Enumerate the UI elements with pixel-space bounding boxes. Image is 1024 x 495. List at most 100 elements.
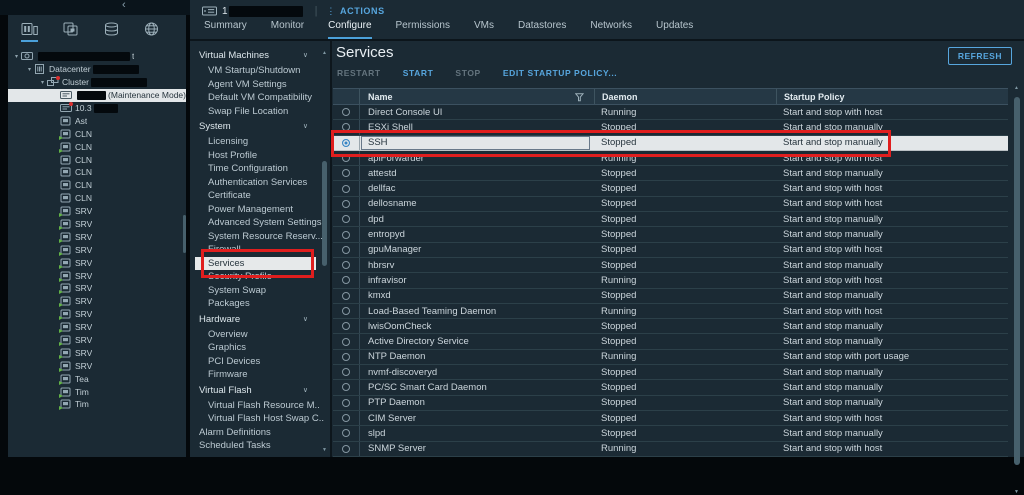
service-radio[interactable] bbox=[333, 353, 359, 361]
service-radio[interactable] bbox=[333, 123, 359, 131]
config-nav-item-swap-file-location[interactable]: Swap File Location bbox=[190, 105, 330, 119]
service-radio[interactable] bbox=[333, 445, 359, 453]
config-nav-item-time-configuration[interactable]: Time Configuration bbox=[190, 162, 330, 176]
service-radio[interactable] bbox=[333, 139, 359, 147]
tree-item[interactable]: Tim bbox=[8, 385, 186, 398]
service-radio[interactable] bbox=[333, 368, 359, 376]
service-radio[interactable] bbox=[333, 108, 359, 116]
tree-item[interactable]: Tea bbox=[8, 372, 186, 385]
config-nav-item-scheduled-tasks[interactable]: Scheduled Tasks bbox=[190, 439, 330, 453]
tree-item[interactable]: Ast bbox=[8, 114, 186, 127]
config-nav-item-packages[interactable]: Packages bbox=[190, 297, 330, 311]
service-row[interactable]: attestd Stopped Start and stop manually bbox=[333, 166, 1008, 181]
config-nav-item-agent-vm-settings[interactable]: Agent VM Settings bbox=[190, 78, 330, 92]
content-scrollbar-thumb[interactable] bbox=[1014, 97, 1020, 465]
config-nav-item-services[interactable]: Services bbox=[195, 257, 316, 271]
service-row[interactable]: CIM Server Stopped Start and stop with h… bbox=[333, 411, 1008, 426]
service-radio[interactable] bbox=[333, 322, 359, 330]
service-row[interactable]: lwisOomCheck Stopped Start and stop manu… bbox=[333, 319, 1008, 334]
tree-item[interactable]: SRV bbox=[8, 359, 186, 372]
service-radio[interactable] bbox=[333, 414, 359, 422]
tree-item[interactable]: SRV bbox=[8, 269, 186, 282]
service-radio[interactable] bbox=[333, 231, 359, 239]
tab-monitor[interactable]: Monitor bbox=[271, 20, 304, 39]
config-nav-item-power-management[interactable]: Power Management bbox=[190, 203, 330, 217]
service-row[interactable]: PTP Daemon Stopped Start and stop manual… bbox=[333, 396, 1008, 411]
service-radio[interactable] bbox=[333, 307, 359, 315]
config-section-system[interactable]: System ∨ bbox=[190, 118, 330, 135]
tree-item[interactable]: SRV bbox=[8, 346, 186, 359]
service-radio[interactable] bbox=[333, 215, 359, 223]
view-tab-vms-and-templates-icon[interactable] bbox=[63, 22, 79, 42]
service-radio[interactable] bbox=[333, 185, 359, 193]
tree-item[interactable]: SRV bbox=[8, 334, 186, 347]
service-row[interactable]: infravisor Running Start and stop with h… bbox=[333, 273, 1008, 288]
filter-funnel-icon[interactable] bbox=[575, 93, 584, 102]
service-row[interactable]: slpd Stopped Start and stop manually bbox=[333, 426, 1008, 441]
service-row[interactable]: kmxd Stopped Start and stop manually bbox=[333, 289, 1008, 304]
refresh-button[interactable]: REFRESH bbox=[948, 47, 1012, 65]
config-nav-item-firewall[interactable]: Firewall bbox=[190, 243, 330, 257]
tree-item[interactable]: ▾ t bbox=[8, 50, 186, 63]
config-nav-item-system-resource-reserv-[interactable]: System Resource Reserv... bbox=[190, 230, 330, 244]
service-radio[interactable] bbox=[333, 154, 359, 162]
tab-datastores[interactable]: Datastores bbox=[518, 20, 566, 39]
tree-item[interactable]: CLN bbox=[8, 166, 186, 179]
config-section-virtual-flash[interactable]: Virtual Flash ∨ bbox=[190, 382, 330, 399]
service-radio[interactable] bbox=[333, 246, 359, 254]
view-tab-storage-icon[interactable] bbox=[104, 22, 119, 42]
config-section-virtual-machines[interactable]: Virtual Machines ∨ bbox=[190, 47, 330, 64]
tree-item[interactable]: SRV bbox=[8, 256, 186, 269]
tree-item[interactable]: SRV bbox=[8, 205, 186, 218]
service-row[interactable]: Load-Based Teaming Daemon Running Start … bbox=[333, 304, 1008, 319]
config-nav-item-firmware[interactable]: Firmware bbox=[190, 368, 330, 382]
service-radio[interactable] bbox=[333, 338, 359, 346]
service-row[interactable]: dellfac Stopped Start and stop with host bbox=[333, 181, 1008, 196]
column-header-daemon[interactable]: Daemon bbox=[594, 89, 776, 104]
caret-expanded-icon[interactable]: ▾ bbox=[25, 66, 34, 73]
service-row[interactable]: SSH Stopped Start and stop manually bbox=[333, 136, 1008, 151]
service-row[interactable]: NTP Daemon Running Start and stop with p… bbox=[333, 350, 1008, 365]
config-nav-item-graphics[interactable]: Graphics bbox=[190, 341, 330, 355]
config-nav-item-host-profile[interactable]: Host Profile bbox=[190, 149, 330, 163]
service-radio[interactable] bbox=[333, 261, 359, 269]
tree-item[interactable]: CLN bbox=[8, 127, 186, 140]
service-row[interactable]: ESXi Shell Stopped Start and stop manual… bbox=[333, 120, 1008, 135]
config-nav-item-authentication-services[interactable]: Authentication Services bbox=[190, 176, 330, 190]
content-scrollbar[interactable]: ▲ ▼ bbox=[1012, 85, 1023, 495]
column-header-name[interactable]: Name bbox=[359, 89, 594, 104]
caret-expanded-icon[interactable]: ▾ bbox=[38, 79, 47, 86]
tree-item[interactable]: SRV bbox=[8, 218, 186, 231]
tab-summary[interactable]: Summary bbox=[204, 20, 247, 39]
tree-item[interactable]: 10.3 bbox=[8, 102, 186, 115]
service-radio[interactable] bbox=[333, 200, 359, 208]
config-nav-item-virtual-flash-resource-m-[interactable]: Virtual Flash Resource M.. bbox=[190, 399, 330, 413]
tree-item[interactable]: SRV bbox=[8, 243, 186, 256]
tree-item[interactable]: Tim bbox=[8, 398, 186, 411]
tab-networks[interactable]: Networks bbox=[590, 20, 632, 39]
service-row[interactable]: Active Directory Service Stopped Start a… bbox=[333, 334, 1008, 349]
tree-item[interactable]: SRV bbox=[8, 230, 186, 243]
service-radio[interactable] bbox=[333, 169, 359, 177]
tree-item[interactable]: ▾ Cluster bbox=[8, 76, 186, 89]
config-section-hardware[interactable]: Hardware ∨ bbox=[190, 311, 330, 328]
service-row[interactable]: dellosname Stopped Start and stop with h… bbox=[333, 197, 1008, 212]
tab-configure[interactable]: Configure bbox=[328, 20, 371, 39]
service-row[interactable]: PC/SC Smart Card Daemon Stopped Start an… bbox=[333, 380, 1008, 395]
restart-button[interactable]: RESTART bbox=[337, 68, 381, 78]
service-row[interactable]: gpuManager Stopped Start and stop with h… bbox=[333, 243, 1008, 258]
service-radio[interactable] bbox=[333, 429, 359, 437]
config-nav-item-vm-startup-shutdown[interactable]: VM Startup/Shutdown bbox=[190, 64, 330, 78]
collapse-panel-icon[interactable]: ‹ bbox=[122, 0, 126, 11]
tree-item[interactable]: SRV bbox=[8, 295, 186, 308]
tab-permissions[interactable]: Permissions bbox=[396, 20, 450, 39]
service-row[interactable]: apiForwarder Running Start and stop with… bbox=[333, 151, 1008, 166]
service-row[interactable]: hbrsrv Stopped Start and stop manually bbox=[333, 258, 1008, 273]
actions-menu-button[interactable]: ⋮ ACTIONS bbox=[326, 6, 384, 17]
service-row[interactable]: Direct Console UI Running Start and stop… bbox=[333, 105, 1008, 120]
config-nav-item-default-vm-compatibility[interactable]: Default VM Compatibility bbox=[190, 91, 330, 105]
start-button[interactable]: START bbox=[403, 68, 434, 78]
service-radio[interactable] bbox=[333, 276, 359, 284]
tree-scrollbar-thumb[interactable] bbox=[183, 215, 186, 253]
config-nav-item-advanced-system-settings[interactable]: Advanced System Settings bbox=[190, 216, 330, 230]
